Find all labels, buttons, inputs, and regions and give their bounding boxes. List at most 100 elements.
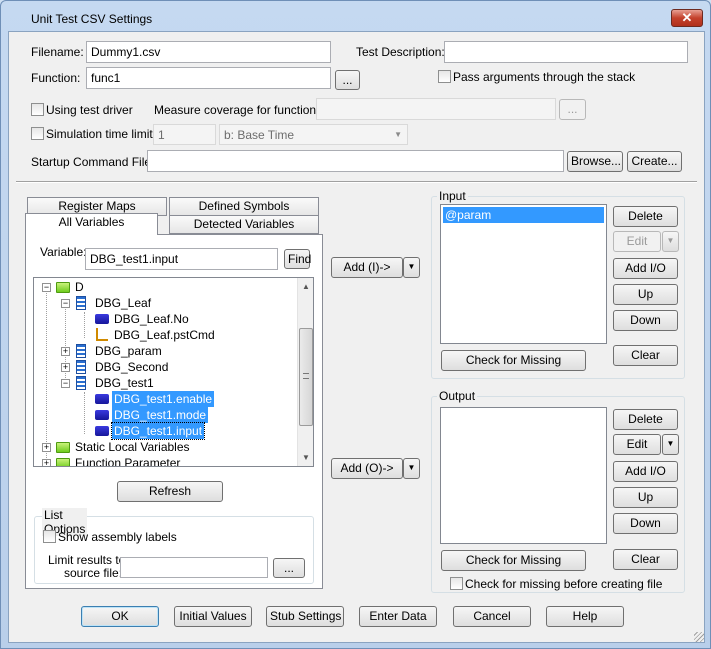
- simulation-time-limit-label: Simulation time limit: [46, 127, 153, 141]
- output-edit-button[interactable]: Edit: [613, 434, 661, 455]
- add-output-button[interactable]: Add (O)->: [331, 458, 403, 479]
- scroll-down-icon[interactable]: ▼: [302, 453, 310, 462]
- startup-cmd-input[interactable]: [147, 150, 564, 172]
- output-check-missing-button[interactable]: Check for Missing: [441, 550, 586, 571]
- output-edit-dropdown-icon[interactable]: ▼: [662, 434, 679, 455]
- struct-icon: [76, 360, 86, 374]
- output-down-button[interactable]: Down: [613, 513, 678, 534]
- tree-line: [84, 312, 85, 338]
- scroll-thumb[interactable]: [299, 328, 313, 426]
- tab-all-variables[interactable]: All Variables: [25, 213, 158, 235]
- input-list-item[interactable]: @param: [443, 207, 604, 223]
- simulation-time-limit-checkbox[interactable]: [31, 127, 44, 140]
- tree-item[interactable]: DBG_Leaf: [95, 295, 151, 311]
- tree-item[interactable]: DBG_Leaf.pstCmd: [114, 327, 215, 343]
- cancel-button[interactable]: Cancel: [453, 606, 531, 627]
- struct-icon: [76, 344, 86, 358]
- refresh-button[interactable]: Refresh: [117, 481, 223, 502]
- function-input[interactable]: func1: [86, 67, 331, 89]
- expand-icon[interactable]: +: [42, 459, 51, 466]
- add-output-dropdown-icon[interactable]: ▼: [403, 458, 420, 479]
- measure-coverage-label: Measure coverage for function:: [154, 103, 320, 117]
- tree-item[interactable]: D: [75, 279, 84, 295]
- input-delete-button[interactable]: Delete: [613, 206, 678, 227]
- test-description-input[interactable]: [444, 41, 688, 63]
- tree-line: [65, 304, 66, 386]
- expand-icon[interactable]: +: [61, 363, 70, 372]
- limit-source-browse-button[interactable]: ...: [273, 558, 305, 578]
- collapse-icon[interactable]: −: [61, 299, 70, 308]
- using-test-driver-label: Using test driver: [46, 103, 133, 117]
- variable-input[interactable]: DBG_test1.input: [85, 248, 278, 270]
- tree-item[interactable]: Static Local Variables: [75, 439, 190, 455]
- tree-line: [84, 392, 85, 434]
- collapse-icon[interactable]: −: [42, 283, 51, 292]
- variable-icon: [95, 426, 109, 436]
- output-clear-button[interactable]: Clear: [613, 549, 678, 570]
- input-down-button[interactable]: Down: [613, 310, 678, 331]
- initial-values-button[interactable]: Initial Values: [174, 606, 252, 627]
- add-input-button[interactable]: Add (I)->: [331, 257, 403, 278]
- help-button[interactable]: Help: [546, 606, 624, 627]
- check-before-create-label: Check for missing before creating file: [465, 577, 663, 591]
- tree-item[interactable]: Function Parameter: [75, 455, 180, 466]
- simulation-time-input[interactable]: 1: [153, 124, 216, 145]
- stub-settings-button[interactable]: Stub Settings: [266, 606, 344, 627]
- measure-coverage-input[interactable]: [316, 98, 556, 120]
- collapse-icon[interactable]: −: [61, 379, 70, 388]
- add-input-dropdown-icon[interactable]: ▼: [403, 257, 420, 278]
- limit-source-input[interactable]: [120, 557, 268, 578]
- expand-icon[interactable]: +: [42, 443, 51, 452]
- tree-item[interactable]: DBG_test1: [95, 375, 154, 391]
- filename-input[interactable]: Dummy1.csv: [86, 41, 331, 63]
- tree-item-selected[interactable]: DBG_test1.mode: [112, 407, 209, 423]
- input-up-button[interactable]: Up: [613, 284, 678, 305]
- tree-item-selected[interactable]: DBG_test1.enable: [112, 391, 215, 407]
- struct-icon: [76, 376, 86, 390]
- output-delete-button[interactable]: Delete: [613, 409, 678, 430]
- folder-icon: [56, 442, 70, 453]
- enter-data-button[interactable]: Enter Data: [359, 606, 437, 627]
- scroll-up-icon[interactable]: ▲: [302, 282, 310, 291]
- tree-item[interactable]: DBG_Second: [95, 359, 168, 375]
- startup-cmd-label: Startup Command File:: [31, 155, 155, 169]
- pass-args-checkbox[interactable]: [438, 70, 451, 83]
- tree-item-selected[interactable]: DBG_test1.input: [110, 422, 206, 440]
- input-edit-dropdown-icon[interactable]: ▼: [662, 231, 679, 252]
- output-add-io-button[interactable]: Add I/O: [613, 461, 678, 482]
- resize-grip-icon[interactable]: [694, 632, 704, 642]
- variable-label: Variable:: [40, 245, 87, 259]
- folder-icon: [56, 282, 70, 293]
- function-label: Function:: [31, 71, 81, 85]
- check-before-create-checkbox[interactable]: [450, 577, 463, 590]
- input-clear-button[interactable]: Clear: [613, 345, 678, 366]
- input-edit-button[interactable]: Edit: [613, 231, 661, 252]
- input-check-missing-button[interactable]: Check for Missing: [441, 350, 586, 371]
- time-base-select[interactable]: b: Base Time ▼: [219, 124, 408, 145]
- tree-scrollbar[interactable]: ▲ ▼: [297, 278, 313, 466]
- tree-item[interactable]: DBG_Leaf.No: [114, 311, 189, 327]
- variable-icon: [95, 410, 109, 420]
- output-list[interactable]: [440, 407, 607, 544]
- input-group-label: Input: [437, 189, 468, 203]
- show-assembly-checkbox[interactable]: [43, 530, 56, 543]
- close-button[interactable]: ✕: [671, 9, 703, 27]
- expand-icon[interactable]: +: [61, 347, 70, 356]
- tab-defined-symbols[interactable]: Defined Symbols: [169, 197, 319, 216]
- input-add-io-button[interactable]: Add I/O: [613, 258, 678, 279]
- output-up-button[interactable]: Up: [613, 487, 678, 508]
- grip-icon: [303, 373, 309, 379]
- find-button[interactable]: Find: [284, 249, 311, 269]
- ok-button[interactable]: OK: [81, 606, 159, 627]
- function-browse-button[interactable]: ...: [335, 70, 360, 90]
- tree-item[interactable]: DBG_param: [95, 343, 162, 359]
- using-test-driver-checkbox[interactable]: [31, 103, 44, 116]
- variable-tree[interactable]: − D − DBG_Leaf DBG_Leaf.No DBG_Leaf.pstC…: [33, 277, 314, 467]
- input-list[interactable]: @param: [440, 204, 607, 344]
- separator: [16, 181, 697, 183]
- create-button[interactable]: Create...: [627, 151, 682, 172]
- measure-coverage-browse-button[interactable]: ...: [559, 99, 586, 120]
- browse-button[interactable]: Browse...: [567, 151, 623, 172]
- tab-detected-variables[interactable]: Detected Variables: [169, 215, 319, 234]
- tree-line: [46, 288, 47, 464]
